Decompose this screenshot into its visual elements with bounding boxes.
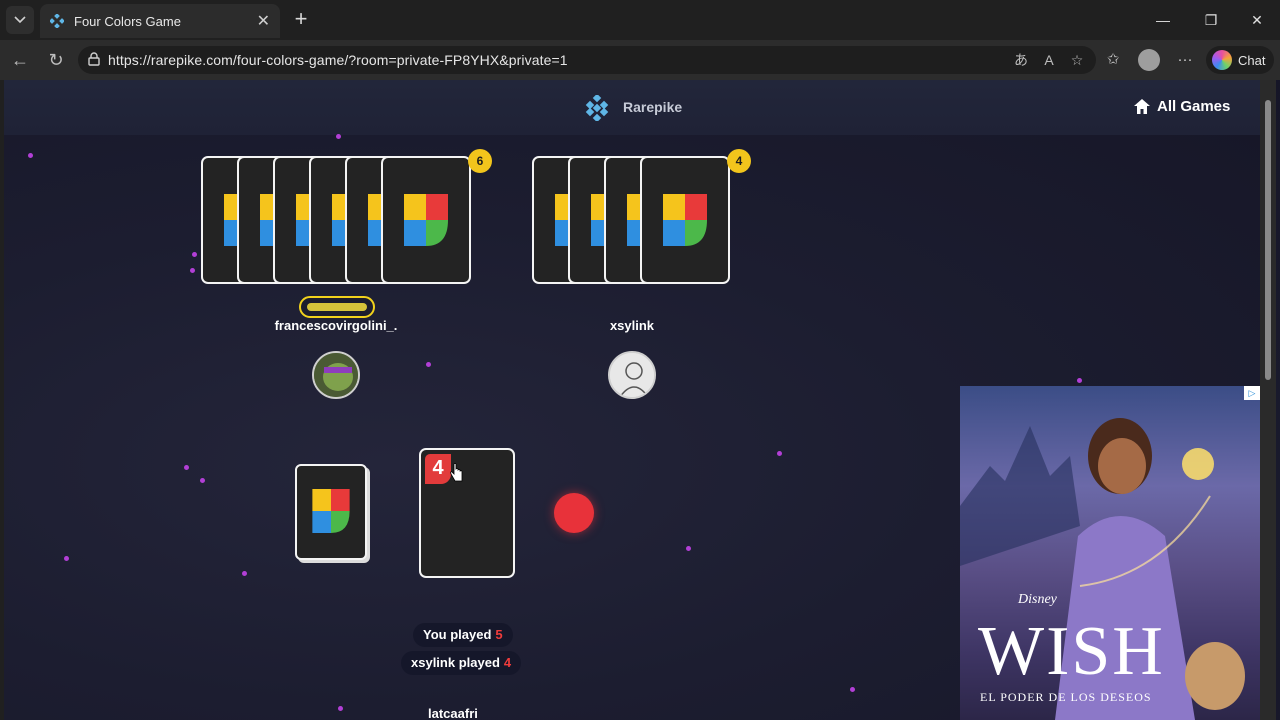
new-tab-button[interactable]: +	[290, 8, 312, 32]
four-colors-emblem-icon	[404, 194, 448, 246]
favorites-icon[interactable]: ✩	[1102, 49, 1124, 71]
particle	[190, 268, 195, 273]
card-count-badge: 6	[468, 149, 492, 173]
avatar-image	[610, 353, 654, 397]
back-arrow-icon[interactable]: ←	[9, 49, 31, 71]
more-options-icon[interactable]: ···	[1174, 49, 1196, 71]
turn-timer-bar	[307, 303, 367, 311]
particle	[64, 556, 69, 561]
tab-four-colors-game[interactable]: Four Colors Game ✕	[40, 4, 280, 38]
address-bar[interactable]: https://rarepike.com/four-colors-game/?r…	[78, 46, 1096, 74]
particle	[338, 706, 343, 711]
hand-cursor-icon	[450, 463, 463, 482]
scrollbar-thumb[interactable]	[1265, 100, 1271, 380]
particle	[28, 153, 33, 158]
reload-icon[interactable]: ↻	[45, 49, 67, 71]
adchoices-icon[interactable]: ▷	[1244, 386, 1260, 400]
player-name: francescovirgolini_.	[274, 318, 398, 333]
log-text: You played	[423, 627, 492, 642]
minimize-button[interactable]: —	[1140, 6, 1186, 34]
tab-close-icon[interactable]: ✕	[257, 11, 270, 31]
lock-icon	[88, 52, 100, 66]
particle	[184, 465, 189, 470]
close-window-button[interactable]: ✕	[1234, 6, 1280, 34]
chat-label: Chat	[1238, 52, 1266, 68]
browser-tab-strip: Four Colors Game ✕ + — ❐ ✕	[0, 0, 1280, 40]
page-viewport: Rarepike All Games 6 francescovirgolini_…	[4, 80, 1280, 720]
four-colors-emblem-icon	[312, 489, 350, 533]
brand-name[interactable]: Rarepike	[623, 99, 682, 115]
avatar-image	[314, 353, 358, 397]
all-games-link[interactable]: All Games	[1134, 98, 1230, 115]
address-bar-row: ← ↻ https://rarepike.com/four-colors-gam…	[0, 40, 1280, 80]
avatar	[312, 351, 360, 399]
advertisement[interactable]: Disney WISH EL PODER DE LOS DESEOS	[960, 386, 1260, 720]
favorite-star-icon[interactable]: ☆	[1068, 51, 1086, 69]
copilot-icon	[1212, 50, 1232, 70]
ad-brand: Disney	[1018, 592, 1057, 607]
home-icon	[1134, 99, 1150, 114]
particle	[686, 546, 691, 551]
particle	[336, 134, 341, 139]
particle	[242, 571, 247, 576]
ad-subtitle: EL PODER DE LOS DESEOS	[980, 690, 1152, 704]
tab-list-button[interactable]	[6, 6, 34, 34]
rarepike-favicon-icon	[50, 14, 64, 28]
avatar	[608, 351, 656, 399]
ad-title: WISH	[978, 613, 1165, 690]
particle	[1077, 378, 1082, 383]
particle	[850, 687, 855, 692]
particle	[192, 252, 197, 257]
discard-pile-card: 4	[419, 448, 515, 578]
particle	[777, 451, 782, 456]
current-color-indicator	[554, 493, 594, 533]
draw-deck[interactable]	[295, 464, 367, 560]
card-count-badge: 4	[727, 149, 751, 173]
restore-button[interactable]: ❐	[1188, 6, 1234, 34]
play-log-entry: You played 5	[413, 623, 513, 647]
particle	[426, 362, 431, 367]
copilot-chat-button[interactable]: Chat	[1206, 46, 1274, 74]
card-back	[381, 156, 471, 284]
page-scrollbar[interactable]	[1260, 80, 1276, 720]
card-number: 4	[425, 454, 451, 484]
player-name: xsylink	[609, 318, 655, 333]
chevron-down-icon	[14, 16, 26, 24]
player-name: latcaafri	[428, 706, 478, 720]
url-text: https://rarepike.com/four-colors-game/?r…	[108, 52, 568, 68]
particle	[200, 478, 205, 483]
tab-title: Four Colors Game	[74, 13, 181, 29]
rarepike-logo-icon[interactable]	[584, 95, 610, 121]
log-number: 4	[503, 655, 512, 670]
play-log-entry: xsylink played 4	[401, 651, 522, 675]
translate-icon[interactable]: あ	[1012, 51, 1030, 69]
four-colors-emblem-icon	[663, 194, 707, 246]
site-header: Rarepike All Games	[4, 80, 1260, 135]
profile-icon[interactable]	[1138, 49, 1160, 71]
log-text: xsylink played	[411, 655, 500, 670]
card-back	[640, 156, 730, 284]
log-number: 5	[495, 627, 503, 642]
all-games-label: All Games	[1157, 98, 1231, 115]
turn-indicator	[299, 296, 375, 318]
read-aloud-icon[interactable]: A	[1040, 51, 1058, 69]
